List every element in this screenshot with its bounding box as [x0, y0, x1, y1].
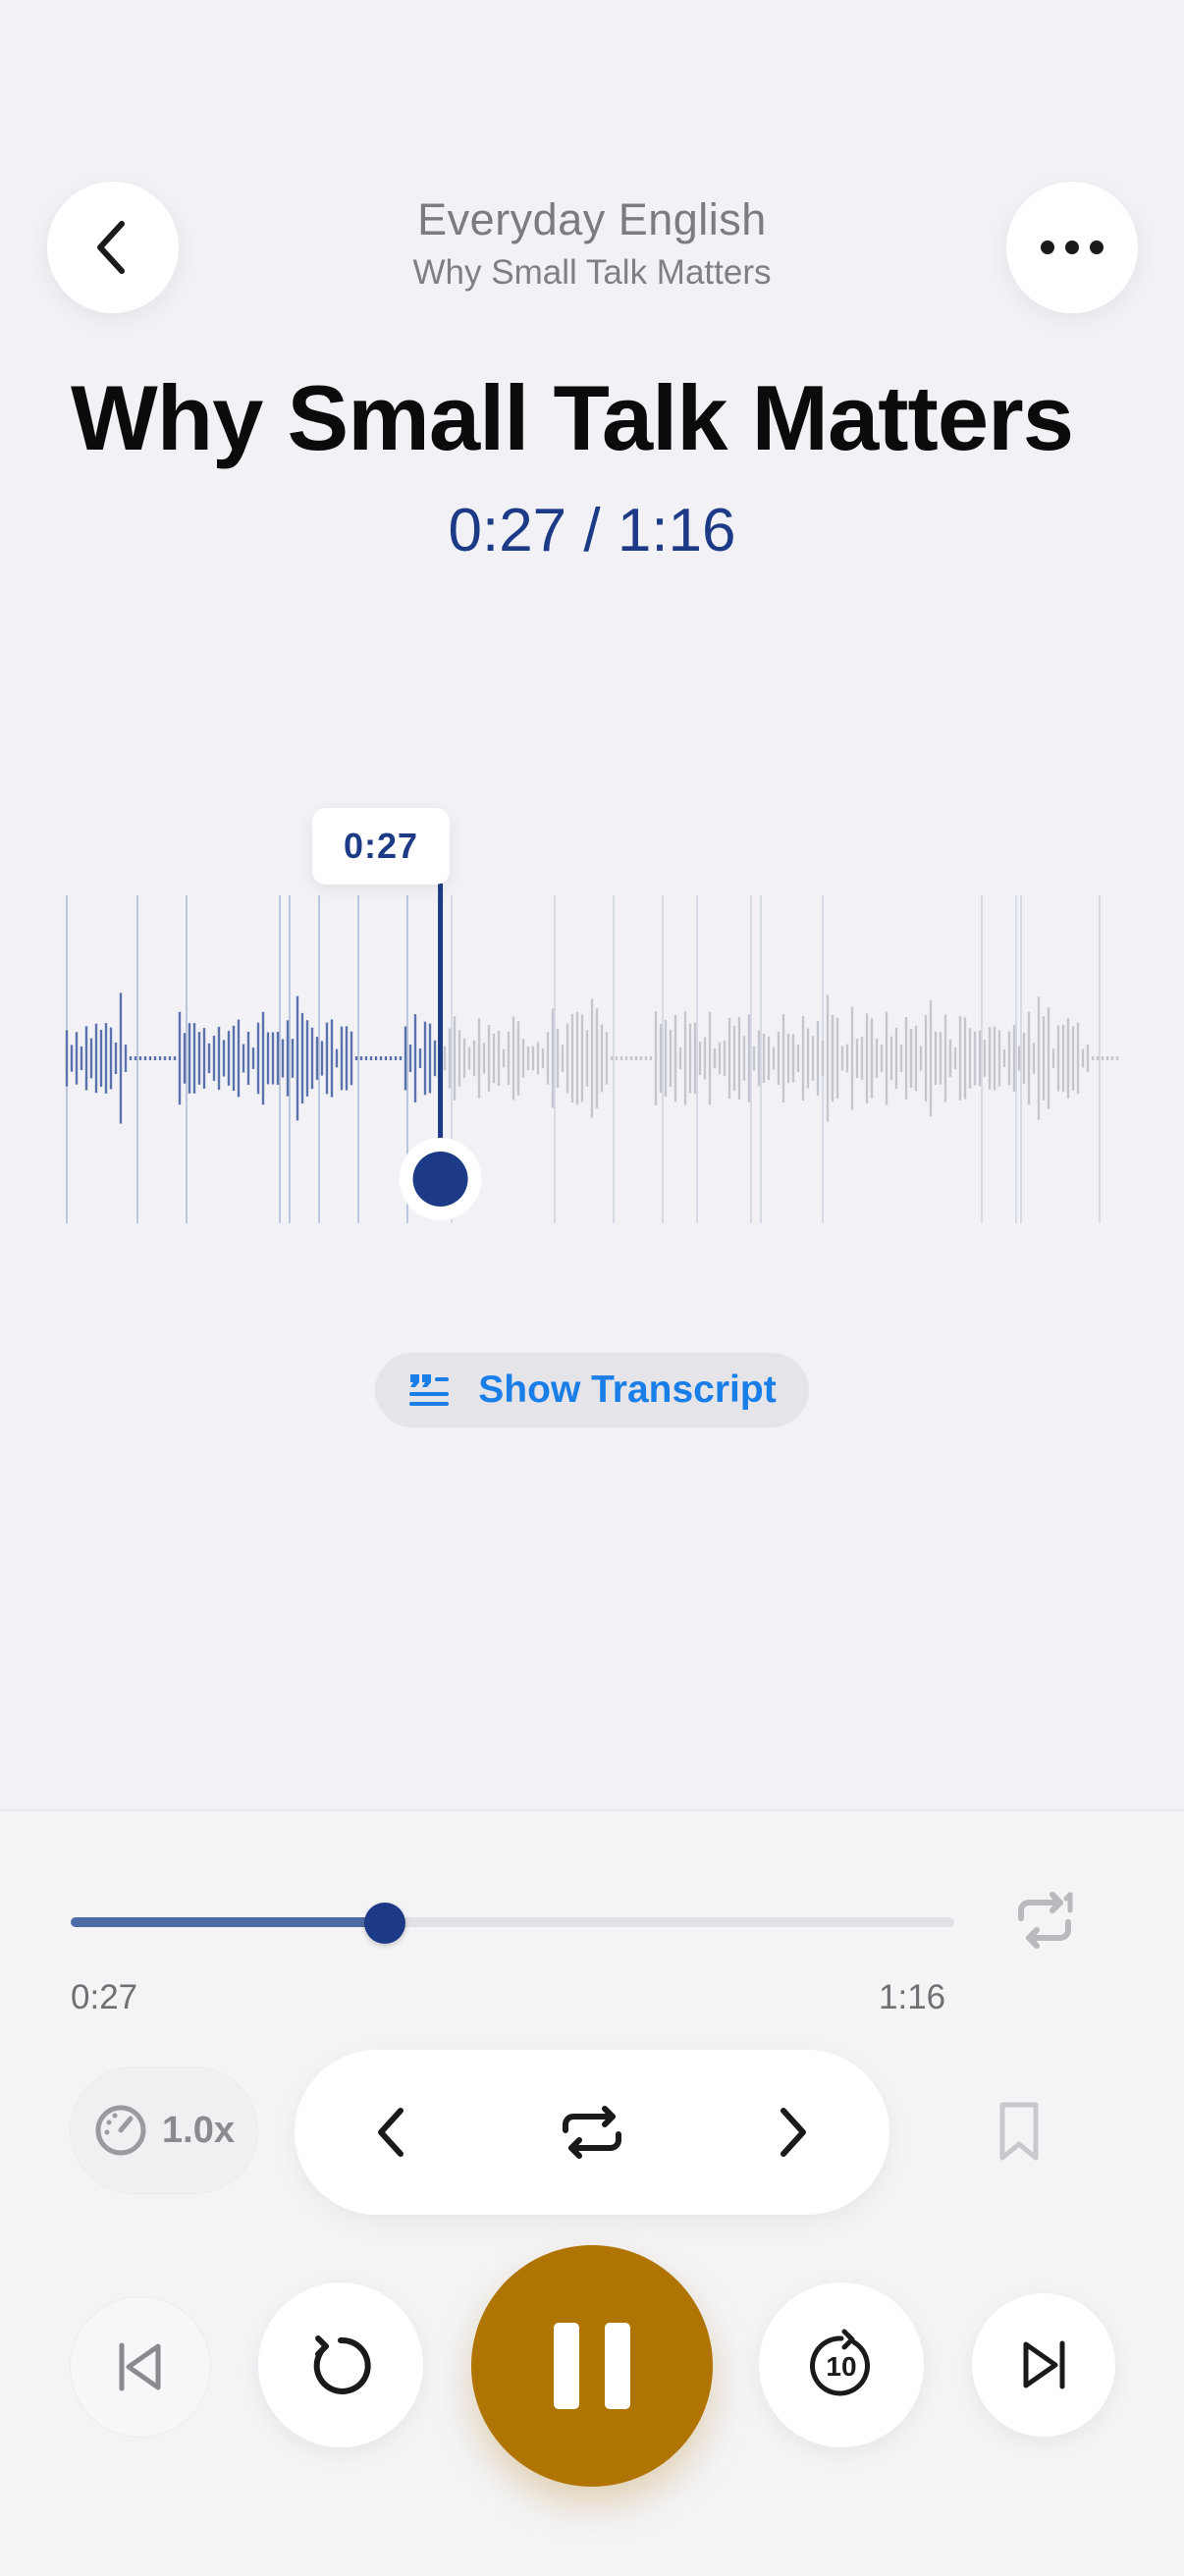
pause-icon — [554, 2323, 630, 2409]
skip-previous-icon — [119, 2342, 161, 2391]
replay-icon — [313, 2335, 371, 2394]
forward-10-icon: 10 — [810, 2329, 870, 2396]
forward-10-button[interactable]: 10 — [759, 2282, 924, 2447]
current-time: 0:27 — [71, 1978, 138, 2016]
show-transcript-label: Show Transcript — [478, 1368, 777, 1411]
playhead-tooltip: 0:27 — [312, 808, 450, 885]
speedometer-icon — [95, 2105, 146, 2156]
skip-next-icon — [1023, 2340, 1065, 2389]
bookmark-button[interactable] — [996, 2101, 1042, 2167]
repeat-icon — [563, 2106, 621, 2159]
back-button[interactable] — [47, 182, 179, 313]
more-button[interactable] — [1006, 182, 1138, 313]
show-transcript-button[interactable]: Show Transcript — [375, 1353, 809, 1427]
skip-to-end-button[interactable] — [972, 2293, 1115, 2437]
repeat-one-button[interactable] — [1011, 1891, 1080, 1955]
speed-label: 1.0x — [162, 2109, 235, 2151]
progress-knob[interactable] — [363, 1903, 405, 1944]
pause-button[interactable] — [471, 2245, 713, 2487]
album-title: Everyday English — [417, 194, 767, 244]
playhead-knob — [412, 1152, 468, 1207]
chevron-left-icon — [97, 221, 125, 274]
bookmark-icon — [999, 2102, 1039, 2161]
time-display: 0:27 / 1:16 — [448, 497, 736, 564]
page-title: Why Small Talk Matters — [71, 366, 1074, 469]
quote-lines-icon — [409, 1374, 450, 1406]
progress-bar[interactable] — [71, 1917, 954, 1927]
previous-sentence-button[interactable] — [332, 2073, 450, 2191]
sentence-controls — [295, 2050, 889, 2215]
repeat-one-icon — [1018, 1892, 1073, 1949]
playback-speed-button[interactable]: 1.0x — [71, 2067, 257, 2193]
chevron-right-icon — [780, 2108, 806, 2157]
skip-to-start-button[interactable] — [71, 2297, 210, 2437]
loop-sentence-button[interactable] — [533, 2073, 651, 2191]
waveform[interactable] — [0, 884, 1184, 1237]
progress-fill — [71, 1917, 385, 1927]
chevron-left-icon — [378, 2108, 404, 2157]
next-sentence-button[interactable] — [734, 2073, 852, 2191]
svg-text:10: 10 — [826, 2351, 856, 2382]
replay-button[interactable] — [258, 2282, 423, 2447]
track-subtitle: Why Small Talk Matters — [412, 253, 772, 292]
nav-titles: Everyday English Why Small Talk Matters — [295, 194, 889, 293]
ellipsis-icon — [1041, 241, 1103, 254]
total-time: 1:16 — [879, 1978, 946, 2016]
